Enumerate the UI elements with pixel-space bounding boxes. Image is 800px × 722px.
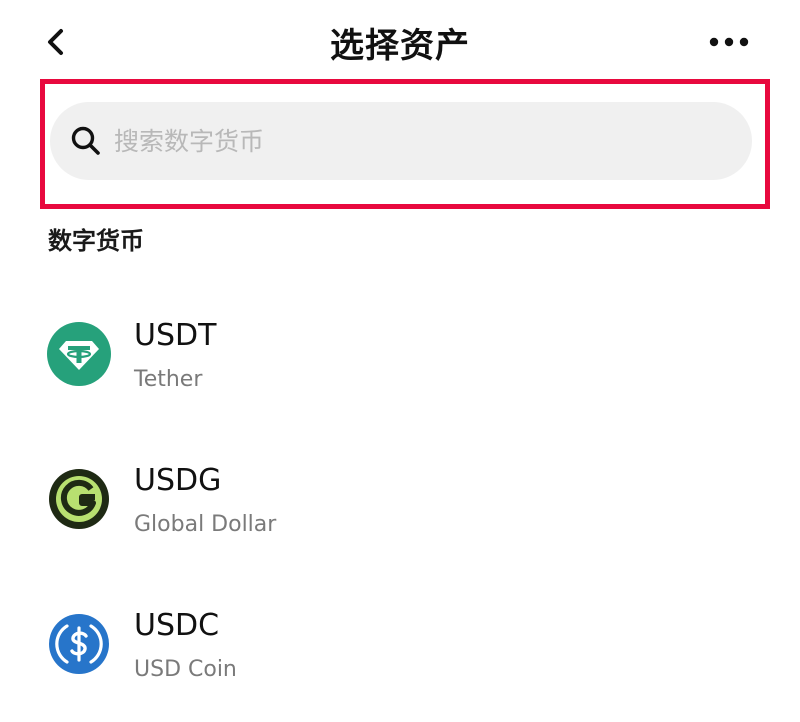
asset-symbol: USDC [134, 608, 220, 643]
tether-logo-icon [47, 322, 111, 386]
asset-name: USD Coin [134, 657, 237, 682]
search-icon [71, 126, 100, 155]
asset-row-usdg[interactable]: USDG Global Dollar [0, 427, 800, 572]
page-title: 选择资产 [330, 26, 470, 66]
global-dollar-logo-icon [49, 469, 109, 529]
usd-coin-logo-icon [49, 614, 109, 674]
asset-symbol: USDG [134, 463, 222, 498]
asset-row-usdc[interactable]: USDC USD Coin [0, 572, 800, 717]
search-bar[interactable] [50, 102, 752, 180]
section-label: 数字货币 [48, 227, 144, 255]
asset-list: USDT Tether USDG Global Dollar USDC USD … [0, 282, 800, 717]
asset-symbol: USDT [134, 318, 217, 353]
search-input[interactable] [114, 116, 714, 166]
select-asset-screen: 选择资产 数字货币 USDT Tether [0, 0, 800, 722]
asset-name: Tether [134, 367, 203, 392]
asset-name: Global Dollar [134, 512, 277, 537]
more-options-button[interactable] [704, 22, 754, 62]
more-horizontal-icon [709, 37, 749, 47]
header: 选择资产 [0, 0, 800, 84]
asset-row-usdt[interactable]: USDT Tether [0, 282, 800, 427]
